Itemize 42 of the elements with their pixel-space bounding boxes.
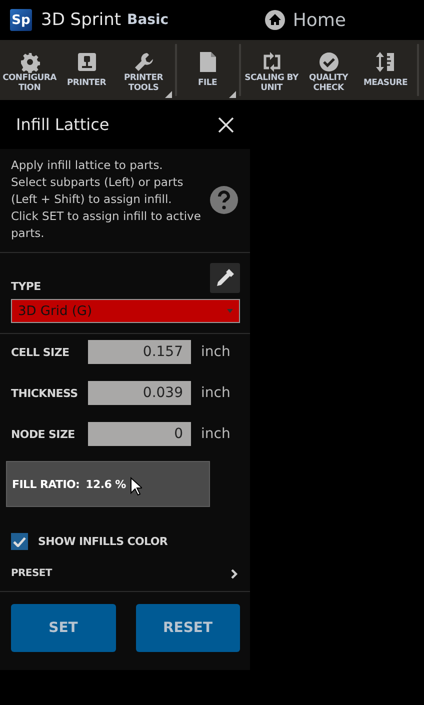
toolbar-button[interactable]: CONFIGURA TION — [1, 40, 58, 100]
panel-title: Infill Lattice — [16, 115, 110, 134]
field-label: THICKNESS — [11, 386, 79, 400]
close-icon[interactable] — [218, 116, 234, 132]
type-label: TYPE — [11, 280, 41, 293]
checkbox[interactable] — [11, 533, 28, 550]
field-label: CELL SIZE — [11, 346, 70, 358]
wrench-icon — [134, 51, 154, 73]
check-circle-icon — [318, 51, 338, 73]
file-icon — [198, 51, 216, 73]
action-button[interactable]: RESET — [136, 604, 240, 652]
location-title: Home — [292, 10, 346, 30]
field-label: NODE SIZE — [11, 428, 76, 440]
app-logo: Sp — [10, 9, 32, 31]
unit-label: inch — [201, 426, 230, 442]
checkbox-label: SHOW INFILLS COLOR — [38, 535, 168, 548]
toolbar-button[interactable]: PRINTER — [58, 40, 115, 100]
swap-arrows-icon — [262, 51, 282, 73]
edition-label: Basic — [127, 12, 169, 28]
value-field[interactable]: 0.039 — [88, 381, 191, 405]
eyedropper-icon[interactable] — [210, 263, 240, 293]
unit-label: inch — [201, 344, 230, 360]
value-field[interactable]: 0.157 — [88, 340, 191, 364]
instructions-text: Apply infill lattice to parts. Select subparts (Left) or parts (Left + Shift) to assign infill. Click SET to assign infill to active parts. — [11, 157, 202, 242]
fill-ratio-value: 12.6 % — [86, 478, 126, 490]
measure-icon — [376, 51, 396, 73]
fill-ratio-label: FILL RATIO: — [12, 478, 80, 490]
caret-icon — [227, 309, 233, 313]
gear-icon — [20, 51, 40, 73]
mouse-pointer-icon — [130, 477, 142, 496]
toolbar-button[interactable]: MEASURE — [357, 40, 414, 100]
preset-row[interactable]: PRESET — [0, 550, 250, 592]
unit-label: inch — [201, 385, 230, 401]
action-button[interactable]: SET — [11, 604, 116, 652]
toolbar-button[interactable]: QUALITY CHECK — [300, 40, 357, 100]
app-name: 3D Sprint — [41, 10, 122, 30]
toolbar-button[interactable]: SCALING BY UNIT — [243, 40, 300, 100]
chevron-right-icon — [231, 568, 238, 578]
home-icon[interactable] — [264, 10, 285, 30]
value-field[interactable]: 0 — [88, 422, 191, 446]
printer-icon — [76, 51, 96, 73]
help-icon[interactable] — [210, 186, 238, 214]
